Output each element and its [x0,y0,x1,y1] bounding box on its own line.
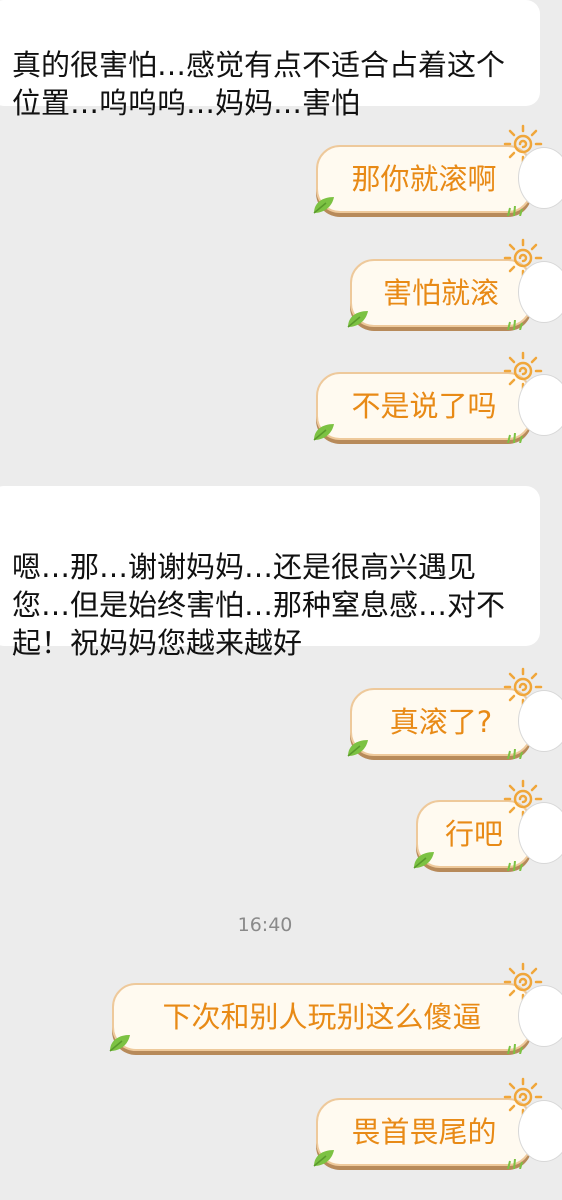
leaf-icon [109,1035,130,1052]
grass-icon [507,206,523,216]
message-text: 行吧 [444,817,503,851]
avatar[interactable] [518,690,562,752]
grass-icon [507,1159,523,1169]
message-text: 不是说了吗 [351,389,497,423]
incoming-message[interactable]: 真的很害怕…感觉有点不适合占着这个位置…呜呜呜…妈妈…害怕 [0,0,540,120]
grass-icon [507,861,523,871]
leaf-icon [313,197,334,214]
grass-icon [507,433,523,443]
outgoing-message[interactable]: 行吧 [413,779,562,871]
leaf-icon [313,424,334,441]
avatar[interactable] [518,985,562,1047]
timestamp: 16:40 [237,914,293,936]
message-text: 那你就滚啊 [351,162,497,196]
leaf-icon [413,852,434,869]
avatar[interactable] [518,261,562,323]
message-text: 畏首畏尾的 [351,1115,497,1149]
leaf-icon [347,311,368,328]
message-text: 真滚了? [389,705,493,739]
avatar[interactable] [518,802,562,864]
message-text: 真的很害怕…感觉有点不适合占着这个位置…呜呜呜…妈妈…害怕 [12,48,506,120]
avatar[interactable] [518,374,562,436]
incoming-message[interactable]: 嗯…那…谢谢妈妈…还是很高兴遇见您…但是始终害怕…那种窒息感…对不起！祝妈妈您越… [0,486,540,660]
grass-icon [507,1044,523,1054]
message-text: 下次和别人玩别这么傻逼 [162,1000,482,1034]
leaf-icon [347,740,368,757]
grass-icon [507,320,523,330]
message-text: 害怕就滚 [382,276,499,310]
outgoing-message[interactable]: 畏首畏尾的 [313,1077,562,1169]
outgoing-message[interactable]: 那你就滚啊 [313,124,562,216]
outgoing-message[interactable]: 不是说了吗 [313,351,562,443]
outgoing-message[interactable]: 害怕就滚 [347,238,562,330]
outgoing-message[interactable]: 真滚了? [347,667,562,759]
avatar[interactable] [518,147,562,209]
avatar[interactable] [518,1100,562,1162]
grass-icon [507,749,523,759]
leaf-icon [313,1150,334,1167]
message-text: 嗯…那…谢谢妈妈…还是很高兴遇见您…但是始终害怕…那种窒息感…对不起！祝妈妈您越… [12,550,506,660]
outgoing-message[interactable]: 下次和别人玩别这么傻逼 [109,962,562,1054]
